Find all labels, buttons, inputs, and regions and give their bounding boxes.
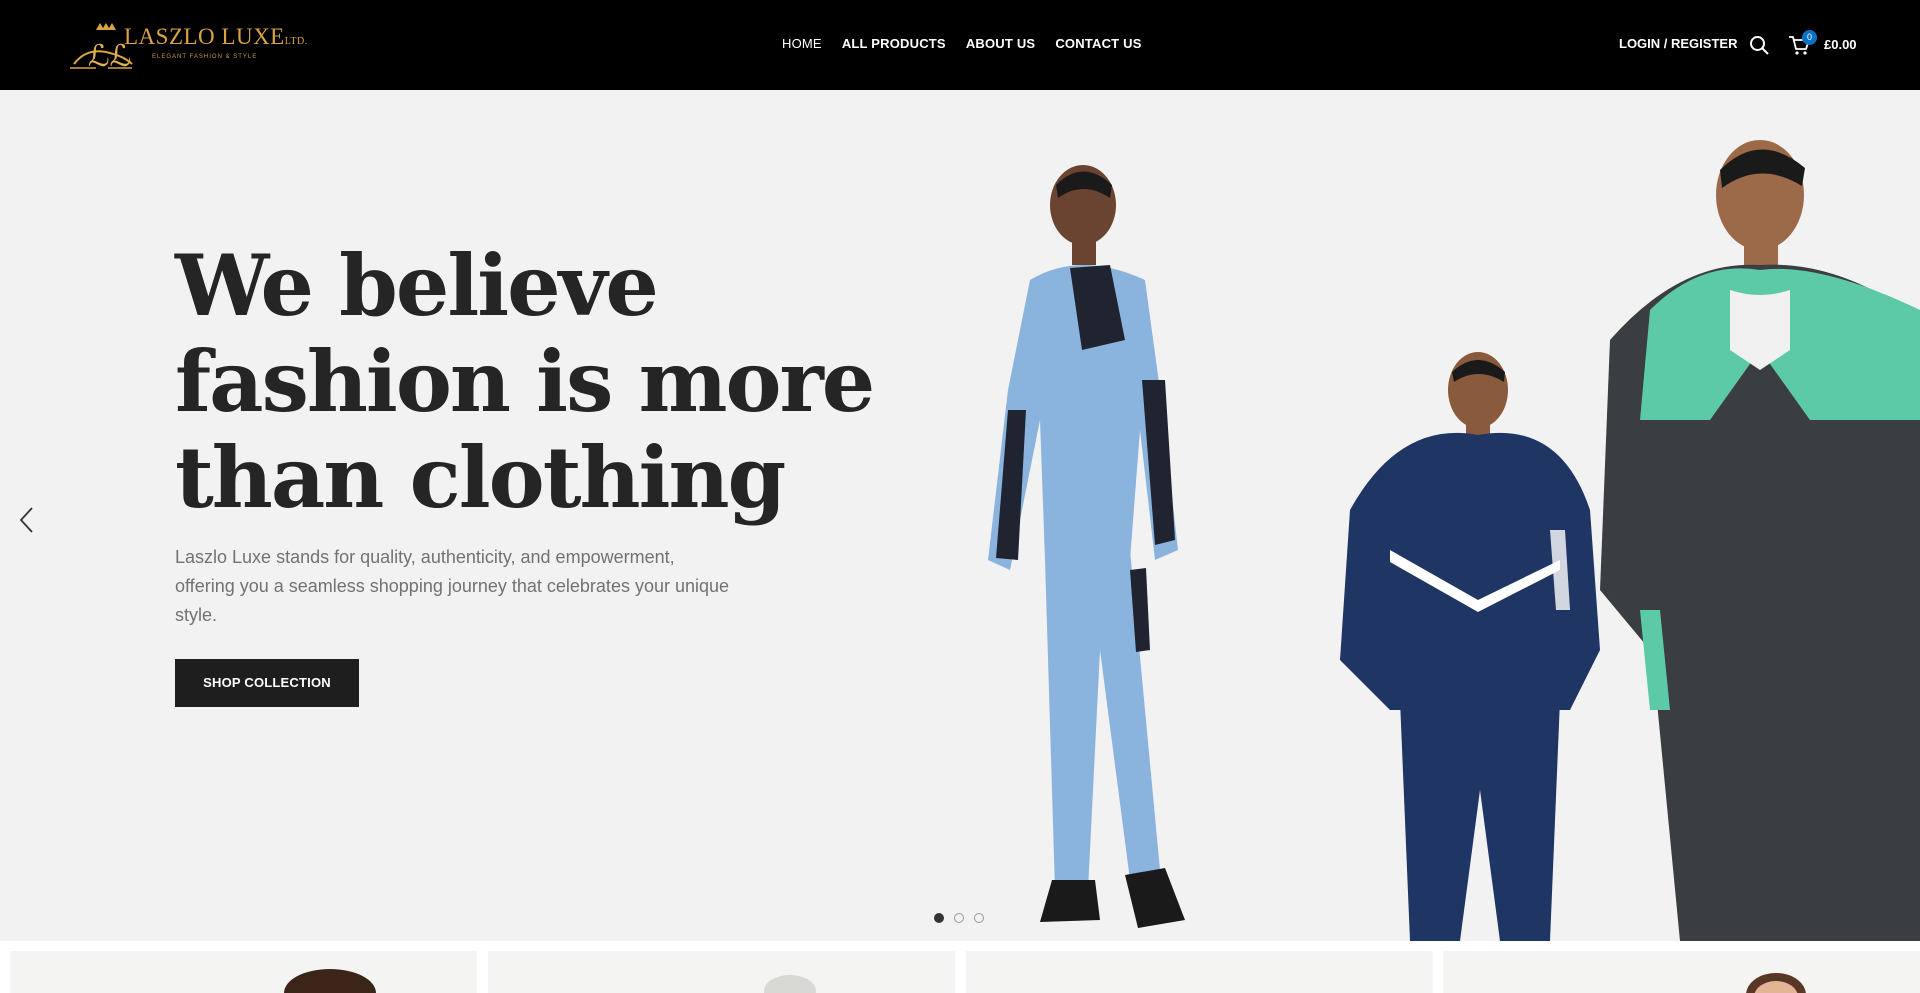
product-card-image bbox=[764, 975, 816, 993]
hero-headline: We believe fashion is more than clothing bbox=[175, 238, 875, 526]
logo-wordmark: LASZLO LUXELTD. bbox=[124, 24, 308, 49]
model-navy-tracksuit bbox=[1340, 352, 1600, 941]
nav-home[interactable]: HOME bbox=[782, 36, 822, 54]
slider-pagination bbox=[934, 913, 984, 923]
product-card[interactable] bbox=[1443, 951, 1920, 993]
chevron-left-icon[interactable] bbox=[14, 502, 38, 538]
nav-contact-us[interactable]: CONTACT US bbox=[1055, 36, 1141, 54]
shop-collection-button[interactable]: SHOP COLLECTION bbox=[175, 659, 359, 707]
model-light-blue-tracksuit bbox=[988, 165, 1185, 928]
hero-description: Laszlo Luxe stands for quality, authenti… bbox=[175, 547, 730, 625]
product-card[interactable] bbox=[966, 951, 1433, 993]
nav-all-products[interactable]: ALL PRODUCTS bbox=[842, 36, 946, 54]
site-header: ℒℒ LASZLO LUXELTD. ELEGANT FASHION & STY… bbox=[0, 0, 1920, 90]
search-icon[interactable] bbox=[1749, 35, 1769, 55]
login-register-link[interactable]: LOGIN / REGISTER bbox=[1619, 36, 1737, 51]
nav-about-us[interactable]: ABOUT US bbox=[966, 36, 1036, 54]
slide-dot-2[interactable] bbox=[954, 913, 964, 923]
headline-line-3: than clothing bbox=[175, 428, 786, 527]
product-card-image bbox=[284, 969, 376, 993]
headline-line-2: fashion is more bbox=[175, 332, 875, 431]
slide-dot-1[interactable] bbox=[934, 913, 944, 923]
model-mint-grey-tracksuit bbox=[1600, 140, 1920, 941]
product-card-image bbox=[1746, 973, 1806, 993]
main-nav: HOME ALL PRODUCTS ABOUT US CONTACT US bbox=[782, 36, 1142, 54]
slide-dot-3[interactable] bbox=[974, 913, 984, 923]
product-card[interactable] bbox=[10, 951, 477, 993]
brand-logo[interactable]: ℒℒ LASZLO LUXELTD. ELEGANT FASHION & STY… bbox=[66, 18, 307, 72]
product-card[interactable] bbox=[488, 951, 955, 993]
headline-line-1: We believe bbox=[175, 236, 659, 335]
hero-slider: We believe fashion is more than clothing… bbox=[0, 90, 1920, 941]
logo-tagline: ELEGANT FASHION & STYLE bbox=[152, 54, 258, 60]
cart-total[interactable]: £0.00 bbox=[1824, 37, 1857, 52]
featured-products-strip bbox=[0, 941, 1920, 993]
cart-count-badge: 0 bbox=[1802, 30, 1817, 45]
hero-models-image bbox=[988, 140, 1920, 941]
